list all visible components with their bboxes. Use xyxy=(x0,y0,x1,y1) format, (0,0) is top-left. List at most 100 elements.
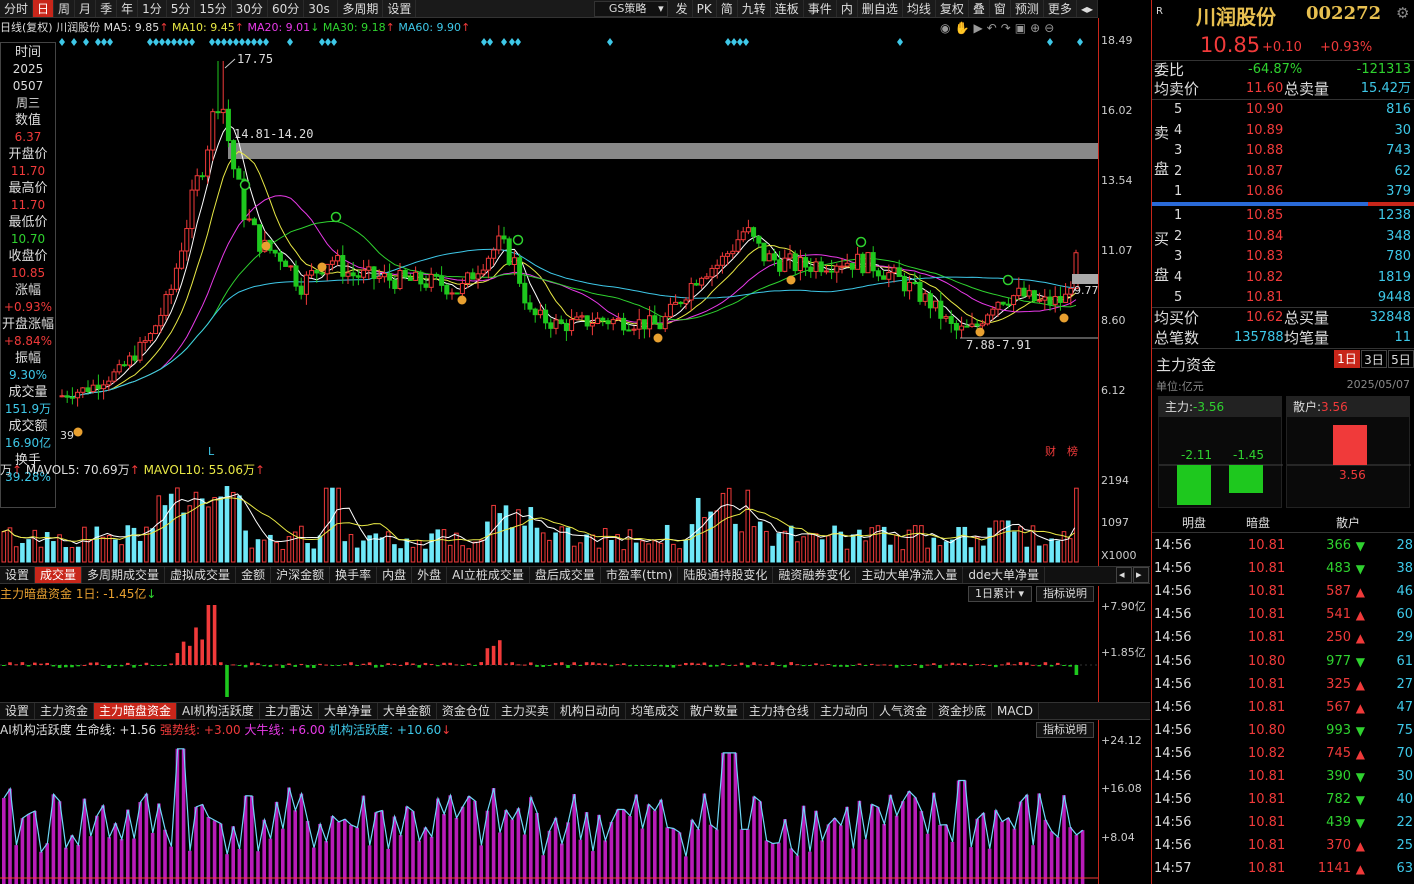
zoom-out-icon[interactable]: ⊖ xyxy=(1044,21,1054,37)
period-day[interactable]: 日 xyxy=(33,0,55,17)
tabs2-tab-4[interactable]: 主力雷达 xyxy=(260,703,319,719)
tabs1-tab-2[interactable]: 多周期成交量 xyxy=(82,567,166,583)
tabs2-tab-1[interactable]: 主力资金 xyxy=(35,703,95,719)
tool-more[interactable]: 更多 xyxy=(1044,0,1077,17)
sell-level-1[interactable]: 4 10.89 30 xyxy=(1152,121,1414,141)
tool-pk[interactable]: PK xyxy=(693,0,717,17)
strategy-select[interactable]: GS策略 ▾ xyxy=(593,0,668,17)
tool-restore[interactable]: 复权 xyxy=(936,0,969,17)
tool-nei[interactable]: 内 xyxy=(837,0,858,17)
tab-scroll-right-icon[interactable]: ▸ xyxy=(1133,567,1149,583)
period-1min[interactable]: 1分 xyxy=(138,0,167,17)
tabs2-tab-3[interactable]: AI机构活跃度 xyxy=(177,703,260,719)
tick-row: 14:56 10.81 325 ▲ 27 xyxy=(1152,675,1414,695)
flow-tab-5d[interactable]: 5日 xyxy=(1388,350,1414,368)
tabs2-tab-0[interactable]: 设置 xyxy=(0,703,36,719)
tabs1-tab-9[interactable]: AI立桩成交量 xyxy=(447,567,530,583)
tabs1-tab-8[interactable]: 外盘 xyxy=(412,567,448,583)
tabs1-tab-12[interactable]: 陆股通持股变化 xyxy=(678,567,774,583)
tabs2-tab-6[interactable]: 大单金额 xyxy=(378,703,437,719)
tabs2-tab-14[interactable]: 人气资金 xyxy=(874,703,933,719)
dark-capital-bar xyxy=(919,665,924,668)
buy-level-1[interactable]: 2 10.84 348 xyxy=(1152,227,1414,247)
ai-activity-chart[interactable] xyxy=(0,740,1098,884)
tabs1-tab-10[interactable]: 盘后成交量 xyxy=(530,567,601,583)
period-week[interactable]: 周 xyxy=(54,0,76,17)
ai-explain-button[interactable]: 指标说明 xyxy=(1036,722,1094,738)
tool-fa[interactable]: 发 xyxy=(672,0,693,17)
tool-forecast[interactable]: 预测 xyxy=(1011,0,1044,17)
tool-event[interactable]: 事件 xyxy=(804,0,837,17)
accumulate-select[interactable]: 1日累计 ▾ xyxy=(968,586,1032,602)
period-quarter[interactable]: 季 xyxy=(96,0,118,17)
tabs2-tab-16[interactable]: MACD xyxy=(992,703,1039,719)
volume-bar xyxy=(788,525,794,563)
tabs2-tab-10[interactable]: 均笔成交 xyxy=(626,703,685,719)
tabs1-tab-13[interactable]: 融资融券变化 xyxy=(773,567,857,583)
tabs2-tab-13[interactable]: 主力动向 xyxy=(815,703,874,719)
play-icon[interactable]: ▶ xyxy=(973,21,982,37)
sell-level-4[interactable]: 1 10.86 379 xyxy=(1152,182,1414,202)
tool-jiuzhuan[interactable]: 九转 xyxy=(738,0,771,17)
tool-lianban[interactable]: 连板 xyxy=(771,0,804,17)
tabs2-tab-8[interactable]: 主力买卖 xyxy=(496,703,555,719)
tabs1-tab-6[interactable]: 换手率 xyxy=(330,567,378,583)
period-minute[interactable]: 分时 xyxy=(0,0,34,17)
buy-level-0[interactable]: 1 10.85 1238 xyxy=(1152,206,1414,226)
tabs2-tab-12[interactable]: 主力持仓线 xyxy=(744,703,815,719)
tabs2-tab-9[interactable]: 机构日动向 xyxy=(555,703,626,719)
period-year[interactable]: 年 xyxy=(117,0,139,17)
candlestick-chart[interactable]: 17.75 14.81-14.20 7.88-7.91 9.77 39 L 财 … xyxy=(0,18,1098,464)
buy-level-3[interactable]: 4 10.82 1819 xyxy=(1152,268,1414,288)
cai-marker[interactable]: 财 xyxy=(1045,444,1056,458)
tabs1-tab-15[interactable]: dde大单净量 xyxy=(963,567,1046,583)
buy-level-2[interactable]: 3 10.83 780 xyxy=(1152,247,1414,267)
tabs1-tab-1[interactable]: 成交量 xyxy=(35,567,83,583)
period-60min[interactable]: 60分 xyxy=(268,0,305,17)
dark-capital-chart[interactable] xyxy=(0,603,1098,701)
tool-remove-fav[interactable]: 删自选 xyxy=(858,0,903,17)
eye-icon[interactable]: ◉ xyxy=(940,21,950,37)
period-30min[interactable]: 30分 xyxy=(232,0,268,17)
tool-ma[interactable]: 均线 xyxy=(903,0,936,17)
period-5min[interactable]: 5分 xyxy=(167,0,196,17)
bang-marker[interactable]: 榜 xyxy=(1067,444,1078,458)
flow-tab-3d[interactable]: 3日 xyxy=(1361,350,1387,368)
tabs2-tab-2[interactable]: 主力暗盘资金 xyxy=(94,703,178,719)
tabs1-tab-3[interactable]: 虚拟成交量 xyxy=(165,567,237,583)
tabs2-tab-11[interactable]: 散户数量 xyxy=(685,703,744,719)
zoom-in-icon[interactable]: ⊕ xyxy=(1030,21,1040,37)
undo-icon[interactable]: ↶ xyxy=(987,21,997,37)
redo-icon[interactable]: ↷ xyxy=(1001,21,1011,37)
lock-icon[interactable]: ▣ xyxy=(1015,21,1026,37)
tabs1-tab-11[interactable]: 市盈率(ttm) xyxy=(601,567,679,583)
sell-level-2[interactable]: 3 10.88 743 xyxy=(1152,141,1414,161)
hand-icon[interactable]: ✋ xyxy=(954,21,969,37)
volume-chart[interactable] xyxy=(0,478,1098,564)
tabs2-tab-15[interactable]: 资金抄底 xyxy=(933,703,992,719)
period-30s[interactable]: 30s xyxy=(304,0,339,17)
tabs1-tab-4[interactable]: 金额 xyxy=(236,567,272,583)
tool-window[interactable]: 窗 xyxy=(990,0,1011,17)
tabs1-tab-14[interactable]: 主动大单净流入量 xyxy=(856,567,964,583)
tabs1-tab-5[interactable]: 沪深金额 xyxy=(271,567,331,583)
settings[interactable]: 设置 xyxy=(383,0,417,17)
tab-scroll-left-icon[interactable]: ◂ xyxy=(1116,567,1132,583)
buy-level-4[interactable]: 5 10.81 9448 xyxy=(1152,288,1414,308)
tabs1-tab-0[interactable]: 设置 xyxy=(0,567,36,583)
sell-level-3[interactable]: 2 10.87 62 xyxy=(1152,162,1414,182)
period-month[interactable]: 月 xyxy=(75,0,97,17)
tabs2-tab-7[interactable]: 资金仓位 xyxy=(437,703,496,719)
flow-tab-1d[interactable]: 1日 xyxy=(1334,350,1360,368)
ai-activity-bar xyxy=(826,824,831,884)
multi-period[interactable]: 多周期 xyxy=(338,0,384,17)
settings-gear-icon[interactable]: ⚙ xyxy=(1396,4,1409,22)
tool-overlay[interactable]: 叠 xyxy=(969,0,990,17)
indicator-explain-button[interactable]: 指标说明 xyxy=(1036,586,1094,602)
tabs1-tab-7[interactable]: 内盘 xyxy=(377,567,413,583)
period-15min[interactable]: 15分 xyxy=(195,0,232,17)
sell-level-0[interactable]: 5 10.90 816 xyxy=(1152,100,1414,120)
tool-jian[interactable]: 简 xyxy=(717,0,738,17)
tabs2-tab-5[interactable]: 大单净量 xyxy=(319,703,378,719)
arrow-right-icon[interactable]: ◂▸ xyxy=(1077,0,1098,17)
